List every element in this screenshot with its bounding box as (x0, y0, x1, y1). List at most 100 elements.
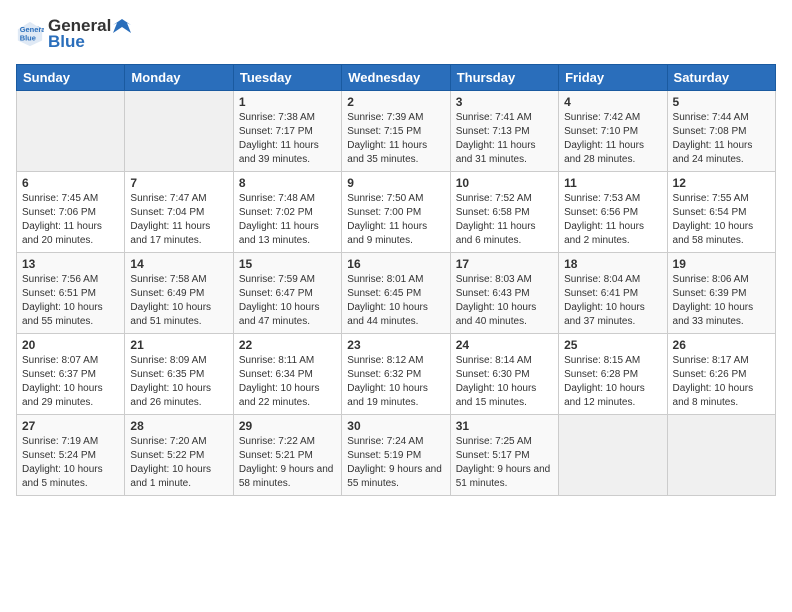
logo-bird-icon (113, 19, 131, 33)
day-info: Sunrise: 7:48 AMSunset: 7:02 PMDaylight:… (239, 192, 336, 248)
calendar-cell: 8 Sunrise: 7:48 AMSunset: 7:02 PMDaylight… (233, 172, 341, 253)
calendar-cell (17, 91, 125, 172)
day-info: Sunrise: 7:56 AMSunset: 6:51 PMDaylight:… (22, 273, 119, 329)
day-number: 13 (22, 257, 119, 271)
day-number: 31 (456, 419, 553, 433)
logo-icon: General Blue (16, 20, 44, 48)
calendar-cell: 18 Sunrise: 8:04 AMSunset: 6:41 PMDayligh… (559, 253, 667, 334)
day-number: 28 (130, 419, 227, 433)
day-info: Sunrise: 7:38 AMSunset: 7:17 PMDaylight:… (239, 111, 336, 167)
day-number: 30 (347, 419, 444, 433)
calendar-cell: 11 Sunrise: 7:53 AMSunset: 6:56 PMDayligh… (559, 172, 667, 253)
calendar-cell: 25Sunrise: 8:15 AMSunset: 6:28 PMDayligh… (559, 334, 667, 415)
day-header-friday: Friday (559, 65, 667, 91)
day-info: Sunrise: 7:47 AMSunset: 7:04 PMDaylight:… (130, 192, 227, 248)
day-number: 24 (456, 338, 553, 352)
day-number: 19 (673, 257, 770, 271)
calendar-cell: 9 Sunrise: 7:50 AMSunset: 7:00 PMDaylight… (342, 172, 450, 253)
day-info: Sunrise: 8:17 AMSunset: 6:26 PMDaylight:… (673, 354, 770, 410)
day-number: 22 (239, 338, 336, 352)
day-info: Sunrise: 8:03 AMSunset: 6:43 PMDaylight:… (456, 273, 553, 329)
day-number: 21 (130, 338, 227, 352)
calendar-cell: 2 Sunrise: 7:39 AMSunset: 7:15 PMDaylight… (342, 91, 450, 172)
day-number: 27 (22, 419, 119, 433)
day-number: 16 (347, 257, 444, 271)
calendar-cell: 3 Sunrise: 7:41 AMSunset: 7:13 PMDaylight… (450, 91, 558, 172)
calendar-cell: 20Sunrise: 8:07 AMSunset: 6:37 PMDayligh… (17, 334, 125, 415)
day-number: 15 (239, 257, 336, 271)
calendar-cell: 19 Sunrise: 8:06 AMSunset: 6:39 PMDayligh… (667, 253, 775, 334)
calendar-cell: 4 Sunrise: 7:42 AMSunset: 7:10 PMDaylight… (559, 91, 667, 172)
day-header-thursday: Thursday (450, 65, 558, 91)
day-info: Sunrise: 8:07 AMSunset: 6:37 PMDaylight:… (22, 354, 119, 410)
day-header-saturday: Saturday (667, 65, 775, 91)
calendar-cell (667, 415, 775, 496)
day-info: Sunrise: 7:39 AMSunset: 7:15 PMDaylight:… (347, 111, 444, 167)
day-number: 3 (456, 95, 553, 109)
day-info: Sunrise: 7:52 AMSunset: 6:58 PMDaylight:… (456, 192, 553, 248)
day-header-wednesday: Wednesday (342, 65, 450, 91)
calendar-cell: 22Sunrise: 8:11 AMSunset: 6:34 PMDayligh… (233, 334, 341, 415)
day-header-monday: Monday (125, 65, 233, 91)
day-number: 1 (239, 95, 336, 109)
day-number: 26 (673, 338, 770, 352)
calendar-cell: 13 Sunrise: 7:56 AMSunset: 6:51 PMDayligh… (17, 253, 125, 334)
calendar-cell: 16Sunrise: 8:01 AMSunset: 6:45 PMDayligh… (342, 253, 450, 334)
calendar-cell: 24 Sunrise: 8:14 AMSunset: 6:30 PMDayligh… (450, 334, 558, 415)
day-number: 29 (239, 419, 336, 433)
calendar-cell: 5 Sunrise: 7:44 AMSunset: 7:08 PMDaylight… (667, 91, 775, 172)
calendar-table: SundayMondayTuesdayWednesdayThursdayFrid… (16, 64, 776, 496)
day-info: Sunrise: 7:58 AMSunset: 6:49 PMDaylight:… (130, 273, 227, 329)
day-info: Sunrise: 7:41 AMSunset: 7:13 PMDaylight:… (456, 111, 553, 167)
day-info: Sunrise: 7:44 AMSunset: 7:08 PMDaylight:… (673, 111, 770, 167)
calendar-cell: 7 Sunrise: 7:47 AMSunset: 7:04 PMDaylight… (125, 172, 233, 253)
day-info: Sunrise: 7:24 AMSunset: 5:19 PMDaylight:… (347, 435, 444, 491)
calendar-cell: 26 Sunrise: 8:17 AMSunset: 6:26 PMDayligh… (667, 334, 775, 415)
day-header-tuesday: Tuesday (233, 65, 341, 91)
day-info: Sunrise: 7:20 AMSunset: 5:22 PMDaylight:… (130, 435, 227, 491)
day-number: 11 (564, 176, 661, 190)
calendar-cell: 12 Sunrise: 7:55 AMSunset: 6:54 PMDayligh… (667, 172, 775, 253)
calendar-cell: 15 Sunrise: 7:59 AMSunset: 6:47 PMDayligh… (233, 253, 341, 334)
day-number: 10 (456, 176, 553, 190)
day-number: 7 (130, 176, 227, 190)
day-info: Sunrise: 8:06 AMSunset: 6:39 PMDaylight:… (673, 273, 770, 329)
day-number: 23 (347, 338, 444, 352)
day-info: Sunrise: 7:50 AMSunset: 7:00 PMDaylight:… (347, 192, 444, 248)
calendar-cell: 1 Sunrise: 7:38 AMSunset: 7:17 PMDaylight… (233, 91, 341, 172)
svg-text:Blue: Blue (20, 34, 36, 43)
calendar-cell: 31 Sunrise: 7:25 AMSunset: 5:17 PMDayligh… (450, 415, 558, 496)
day-number: 8 (239, 176, 336, 190)
day-info: Sunrise: 7:19 AMSunset: 5:24 PMDaylight:… (22, 435, 119, 491)
day-number: 14 (130, 257, 227, 271)
day-info: Sunrise: 8:04 AMSunset: 6:41 PMDaylight:… (564, 273, 661, 329)
day-number: 17 (456, 257, 553, 271)
day-info: Sunrise: 8:15 AMSunset: 6:28 PMDaylight:… (564, 354, 661, 410)
calendar-cell: 30 Sunrise: 7:24 AMSunset: 5:19 PMDayligh… (342, 415, 450, 496)
calendar-cell: 14 Sunrise: 7:58 AMSunset: 6:49 PMDayligh… (125, 253, 233, 334)
day-number: 12 (673, 176, 770, 190)
day-info: Sunrise: 8:14 AMSunset: 6:30 PMDaylight:… (456, 354, 553, 410)
day-info: Sunrise: 7:53 AMSunset: 6:56 PMDaylight:… (564, 192, 661, 248)
calendar-cell: 21 Sunrise: 8:09 AMSunset: 6:35 PMDayligh… (125, 334, 233, 415)
day-number: 6 (22, 176, 119, 190)
calendar-cell: 28 Sunrise: 7:20 AMSunset: 5:22 PMDayligh… (125, 415, 233, 496)
calendar-cell: 23Sunrise: 8:12 AMSunset: 6:32 PMDayligh… (342, 334, 450, 415)
calendar-cell: 10 Sunrise: 7:52 AMSunset: 6:58 PMDayligh… (450, 172, 558, 253)
day-number: 2 (347, 95, 444, 109)
calendar-cell: 29 Sunrise: 7:22 AMSunset: 5:21 PMDayligh… (233, 415, 341, 496)
day-info: Sunrise: 7:45 AMSunset: 7:06 PMDaylight:… (22, 192, 119, 248)
calendar-cell (125, 91, 233, 172)
day-info: Sunrise: 7:55 AMSunset: 6:54 PMDaylight:… (673, 192, 770, 248)
day-info: Sunrise: 8:09 AMSunset: 6:35 PMDaylight:… (130, 354, 227, 410)
day-number: 18 (564, 257, 661, 271)
day-info: Sunrise: 7:22 AMSunset: 5:21 PMDaylight:… (239, 435, 336, 491)
day-number: 5 (673, 95, 770, 109)
calendar-cell: 17 Sunrise: 8:03 AMSunset: 6:43 PMDayligh… (450, 253, 558, 334)
day-info: Sunrise: 7:42 AMSunset: 7:10 PMDaylight:… (564, 111, 661, 167)
calendar-cell (559, 415, 667, 496)
day-number: 4 (564, 95, 661, 109)
day-info: Sunrise: 7:25 AMSunset: 5:17 PMDaylight:… (456, 435, 553, 491)
day-number: 9 (347, 176, 444, 190)
day-info: Sunrise: 7:59 AMSunset: 6:47 PMDaylight:… (239, 273, 336, 329)
